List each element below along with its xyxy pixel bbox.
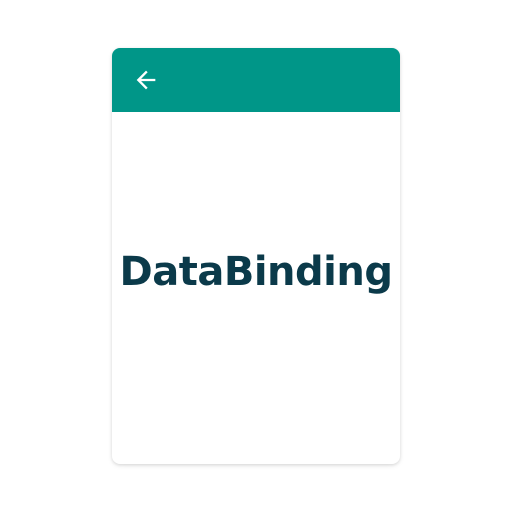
page-title: DataBinding [119,249,393,295]
main-content: DataBinding [112,112,400,464]
back-button[interactable] [122,56,170,104]
app-card: DataBinding [112,48,400,464]
arrow-left-icon [136,70,156,90]
app-bar [112,48,400,112]
